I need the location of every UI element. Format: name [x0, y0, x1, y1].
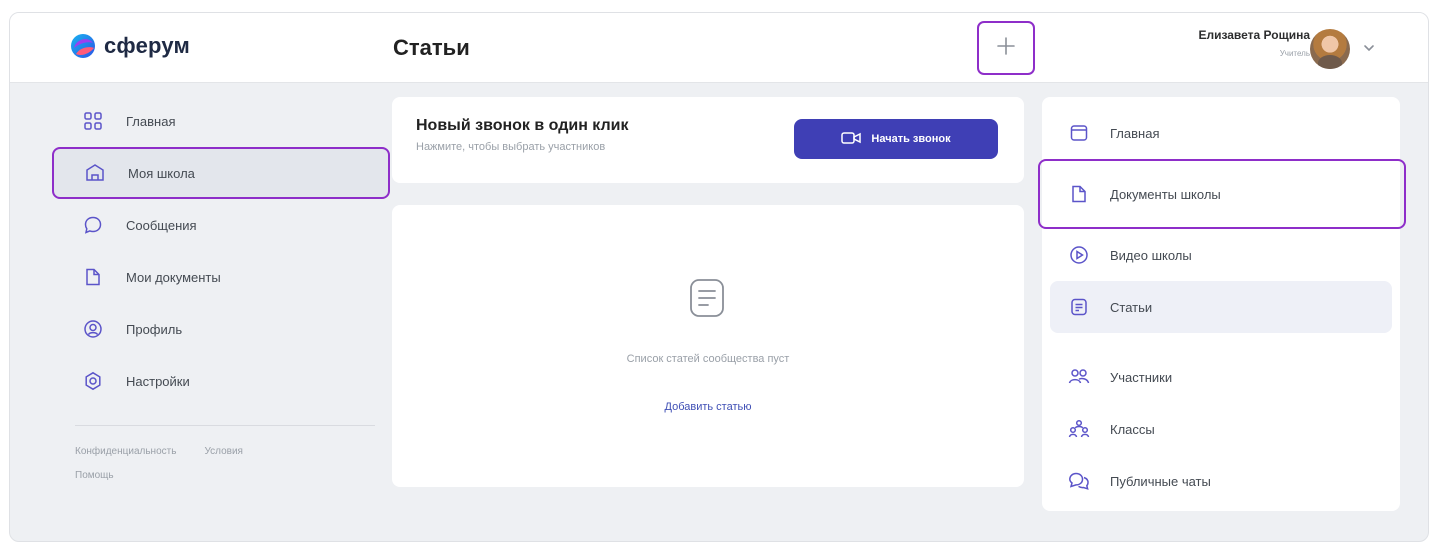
menu-item-school-video[interactable]: Видео школы — [1050, 229, 1392, 281]
sidebar-item-label: Профиль — [126, 321, 183, 337]
sidebar-item-label: Главная — [126, 113, 176, 129]
left-sidebar: Главная Моя школа Сообщения Мои документ… — [50, 95, 390, 488]
sidebar-item-my-school[interactable]: Моя школа — [52, 147, 390, 199]
chevron-down-icon[interactable] — [1362, 41, 1376, 60]
plus-icon — [995, 35, 1017, 62]
article-icon — [1068, 296, 1090, 318]
sidebar-item-settings[interactable]: Настройки — [50, 355, 390, 407]
menu-item-members[interactable]: Участники — [1050, 351, 1392, 403]
video-camera-icon — [841, 131, 862, 148]
profile-icon — [82, 318, 104, 340]
menu-item-school-documents[interactable]: Документы школы — [1038, 159, 1406, 229]
document-icon — [1068, 183, 1090, 205]
add-article-link[interactable]: Добавить статью — [392, 401, 1024, 413]
sidebar-divider — [75, 425, 375, 426]
article-placeholder-icon — [687, 277, 727, 324]
page-title: Статьи — [393, 35, 470, 60]
menu-item-label: Публичные чаты — [1110, 473, 1211, 489]
sidebar-item-label: Сообщения — [126, 217, 197, 233]
call-title: Новый звонок в один клик — [416, 117, 629, 134]
sferum-logo-icon — [70, 33, 96, 59]
start-call-label: Начать звонок — [871, 133, 951, 145]
menu-item-label: Документы школы — [1110, 186, 1221, 202]
user-menu[interactable]: Елизавета Рощина Учитель — [1110, 23, 1410, 73]
menu-item-public-chats[interactable]: Публичные чаты — [1050, 455, 1392, 507]
menu-item-label: Главная — [1110, 125, 1160, 141]
chats-icon — [1068, 470, 1090, 492]
add-button[interactable] — [977, 21, 1035, 75]
users-icon — [1068, 366, 1090, 388]
new-call-card: Новый звонок в один клик Нажмите, чтобы … — [392, 97, 1024, 183]
sidebar-item-label: Мои документы — [126, 269, 221, 285]
avatar[interactable] — [1310, 29, 1350, 69]
empty-state-text: Список статей сообщества пуст — [626, 353, 790, 365]
sidebar-item-messages[interactable]: Сообщения — [50, 199, 390, 251]
menu-item-label: Видео школы — [1110, 247, 1192, 263]
menu-item-home[interactable]: Главная — [1050, 107, 1392, 159]
sidebar-item-label: Настройки — [126, 373, 190, 389]
chat-icon — [82, 214, 104, 236]
sidebar-item-my-documents[interactable]: Мои документы — [50, 251, 390, 303]
document-icon — [82, 266, 104, 288]
classes-icon — [1068, 418, 1090, 440]
grid-icon — [82, 110, 104, 132]
user-role: Учитель — [1279, 49, 1310, 58]
community-menu: Главная Документы школы Видео школы Стат… — [1038, 97, 1406, 511]
menu-item-label: Статьи — [1110, 299, 1153, 315]
sidebar-item-label: Моя школа — [128, 165, 195, 181]
logo-text: сферум — [104, 33, 190, 58]
sidebar-item-home[interactable]: Главная — [50, 95, 390, 147]
window-icon — [1068, 122, 1090, 144]
terms-link[interactable]: Условия — [204, 446, 243, 457]
menu-item-label: Участники — [1110, 369, 1173, 385]
menu-item-classes[interactable]: Классы — [1050, 403, 1392, 455]
sidebar-item-profile[interactable]: Профиль — [50, 303, 390, 355]
video-icon — [1068, 244, 1090, 266]
privacy-link[interactable]: Конфиденциальность — [75, 446, 176, 457]
top-bar: сферум Статьи Елизавета Рощина Учитель — [10, 13, 1428, 83]
menu-item-label: Классы — [1110, 421, 1155, 437]
start-call-button[interactable]: Начать звонок — [794, 119, 998, 159]
app-window: сферум Статьи Елизавета Рощина Учитель Г… — [9, 12, 1429, 542]
articles-card: Список статей сообщества пуст Добавить с… — [392, 205, 1024, 487]
sidebar-footer: Конфиденциальность Условия Помощь — [50, 440, 390, 488]
logo[interactable]: сферум — [70, 33, 190, 59]
school-icon — [84, 162, 106, 184]
call-subtitle: Нажмите, чтобы выбрать участников — [416, 141, 606, 153]
help-link[interactable]: Помощь — [75, 470, 114, 481]
user-name: Елизавета Рощина — [1198, 28, 1310, 42]
menu-item-articles[interactable]: Статьи — [1050, 281, 1392, 333]
settings-icon — [82, 370, 104, 392]
